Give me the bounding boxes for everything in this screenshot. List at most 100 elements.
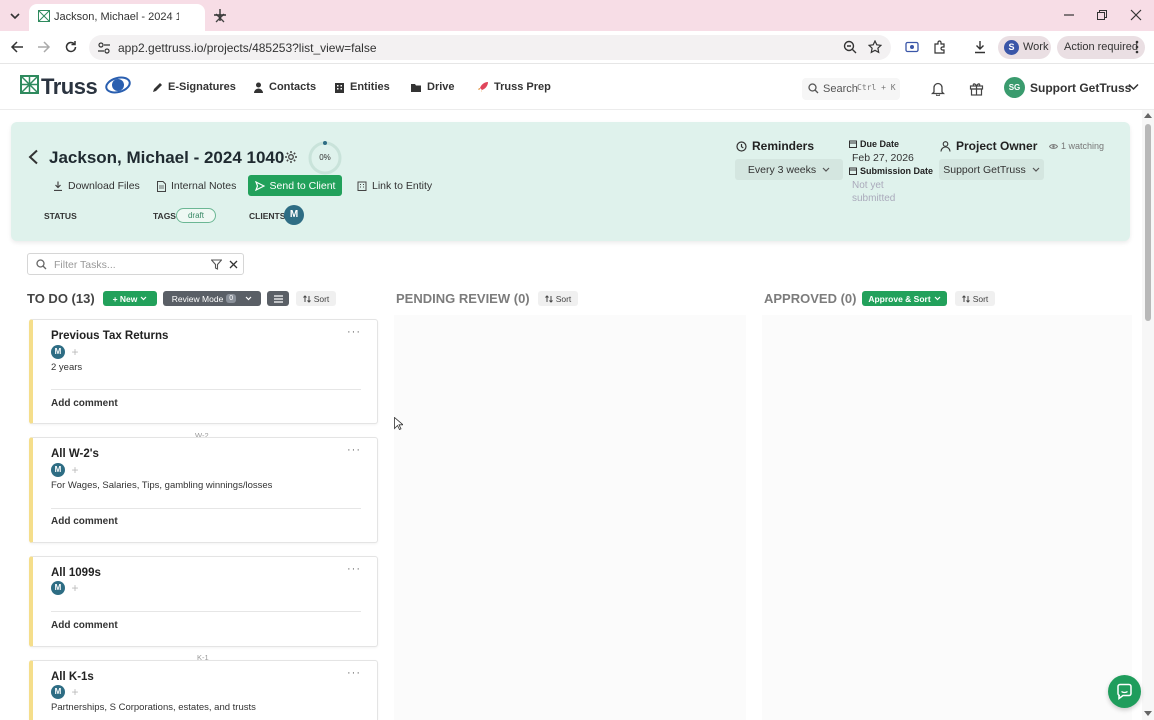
more-dots-icon[interactable]: ··· [347, 667, 361, 679]
project-owner-heading: Project Owner [940, 139, 1037, 153]
bookmark-star-icon[interactable] [868, 40, 882, 54]
extensions-puzzle-icon[interactable] [933, 40, 947, 54]
site-info-icon[interactable] [97, 41, 111, 55]
submission-date-heading: Submission Date [849, 166, 933, 176]
user-name[interactable]: Support GetTruss [1030, 81, 1131, 95]
approved-sort-button[interactable]: Sort [955, 291, 995, 306]
new-tab-plus-icon[interactable] [213, 8, 227, 22]
gift-icon[interactable] [969, 81, 984, 96]
sort-arrows-icon [544, 294, 553, 303]
bell-icon[interactable] [931, 81, 945, 96]
add-assignee-plus-icon[interactable]: + [68, 463, 82, 477]
task-card[interactable]: All W-2's ··· M + For Wages, Salaries, T… [29, 437, 378, 543]
reload-icon[interactable] [64, 40, 78, 54]
client-avatar[interactable]: M [284, 205, 304, 225]
todo-sort-button[interactable]: Sort [296, 291, 336, 306]
more-dots-icon[interactable]: ··· [347, 563, 361, 575]
nav-truss-prep[interactable]: Truss Prep [477, 81, 551, 93]
download-icon[interactable] [973, 40, 987, 54]
action-required-button[interactable]: Action required [1057, 36, 1145, 59]
reminders-select[interactable]: Every 3 weeks [735, 159, 843, 180]
clear-filter-icon[interactable] [229, 260, 238, 269]
sort-label: Sort [972, 293, 989, 304]
forward-arrow-icon[interactable] [37, 40, 51, 54]
tag-draft-pill[interactable]: draft [176, 208, 216, 223]
review-mode-button[interactable]: Review Mode 0 [163, 291, 261, 306]
url-text[interactable]: app2.gettruss.io/projects/485253?list_vi… [118, 41, 377, 55]
task-title[interactable]: Previous Tax Returns [51, 330, 168, 342]
reminders-value: Every 3 weeks [747, 163, 817, 176]
list-view-toggle[interactable] [267, 291, 289, 306]
nav-e-signatures[interactable]: E-Signatures [152, 81, 236, 93]
scrollbar-thumb[interactable] [1145, 124, 1151, 321]
watching-indicator[interactable]: 1 watching [1049, 141, 1104, 151]
new-task-button[interactable]: + New [103, 291, 157, 306]
url-omnibox[interactable]: app2.gettruss.io/projects/485253?list_vi… [89, 35, 891, 60]
chevron-down-icon [822, 167, 830, 172]
task-assignee-avatar[interactable]: M [51, 345, 65, 359]
nav-label: Contacts [269, 81, 317, 93]
download-files-button[interactable]: Download Files [53, 180, 140, 192]
nav-label: Drive [427, 81, 455, 93]
logo-text[interactable]: Truss [41, 74, 98, 100]
pending-sort-button[interactable]: Sort [538, 291, 578, 306]
task-assignee-avatar[interactable]: M [51, 581, 65, 595]
nav-entities[interactable]: Entities [334, 81, 390, 93]
chat-support-button[interactable] [1108, 675, 1141, 708]
link-to-entity-button[interactable]: Link to Entity [357, 180, 432, 192]
send-to-client-button[interactable]: Send to Client [248, 175, 342, 196]
task-title[interactable]: All 1099s [51, 567, 101, 579]
chevron-down-icon[interactable] [1128, 83, 1139, 91]
approve-and-sort-button[interactable]: Approve & Sort [862, 291, 947, 306]
list-icon [273, 294, 283, 303]
more-dots-icon[interactable]: ··· [347, 326, 361, 338]
profile-chip[interactable]: S Work [998, 36, 1051, 59]
reminders-label: Reminders [752, 139, 815, 153]
add-assignee-plus-icon[interactable]: + [68, 685, 82, 699]
global-search[interactable]: Search Ctrl + K [802, 78, 900, 100]
filter-funnel-icon[interactable] [211, 259, 222, 270]
browser-menu-dots-icon[interactable] [1134, 40, 1140, 54]
user-avatar[interactable]: SG [1004, 77, 1025, 98]
watching-label: 1 watching [1061, 141, 1105, 151]
close-window-icon[interactable] [1130, 9, 1142, 21]
task-card[interactable]: All 1099s ··· M + Add comment [29, 556, 378, 647]
browser-tab[interactable]: Jackson, Michael - 2024 1040 | [29, 4, 225, 31]
task-title[interactable]: All K-1s [51, 671, 94, 683]
person-icon [254, 82, 263, 93]
project-owner-select[interactable]: Support GetTruss [939, 159, 1044, 180]
scroll-down-icon[interactable] [1144, 711, 1152, 717]
new-task-label: + New [112, 293, 138, 304]
tab-search-chevron-icon[interactable] [6, 7, 24, 25]
nav-contacts[interactable]: Contacts [253, 81, 316, 93]
sort-arrows-icon [961, 294, 970, 303]
nav-drive[interactable]: Drive [410, 81, 455, 93]
filter-tasks-input[interactable]: Filter Tasks... [27, 253, 244, 275]
restore-icon[interactable] [1096, 9, 1108, 21]
search-icon [36, 259, 47, 270]
add-assignee-plus-icon[interactable]: + [68, 345, 82, 359]
add-comment-link[interactable]: Add comment [51, 620, 118, 631]
truss-logo-icon[interactable] [20, 75, 39, 94]
task-title[interactable]: All W-2's [51, 448, 99, 460]
due-date-value[interactable]: Feb 27, 2026 [852, 152, 914, 164]
task-card[interactable]: All K-1s ··· M + Partnerships, S Corpora… [29, 660, 378, 720]
back-arrow-icon[interactable] [10, 40, 24, 54]
add-comment-link[interactable]: Add comment [51, 516, 118, 527]
zoom-icon[interactable] [843, 40, 857, 54]
due-date-heading: Due Date [849, 139, 899, 149]
chevron-down-icon [245, 296, 252, 301]
task-assignee-avatar[interactable]: M [51, 463, 65, 477]
internal-notes-button[interactable]: Internal Notes [157, 180, 236, 192]
minimize-icon[interactable] [1063, 9, 1075, 21]
more-dots-icon[interactable]: ··· [347, 444, 361, 456]
add-assignee-plus-icon[interactable]: + [68, 581, 82, 595]
back-chevron-icon[interactable] [27, 149, 39, 165]
add-comment-link[interactable]: Add comment [51, 398, 118, 409]
mouse-cursor-icon [394, 417, 403, 430]
gear-icon[interactable] [284, 150, 298, 164]
screen-share-icon[interactable] [905, 40, 919, 54]
scroll-up-icon[interactable] [1144, 112, 1152, 118]
task-card[interactable]: Previous Tax Returns ··· M + 2 years Add… [29, 319, 378, 424]
task-assignee-avatar[interactable]: M [51, 685, 65, 699]
